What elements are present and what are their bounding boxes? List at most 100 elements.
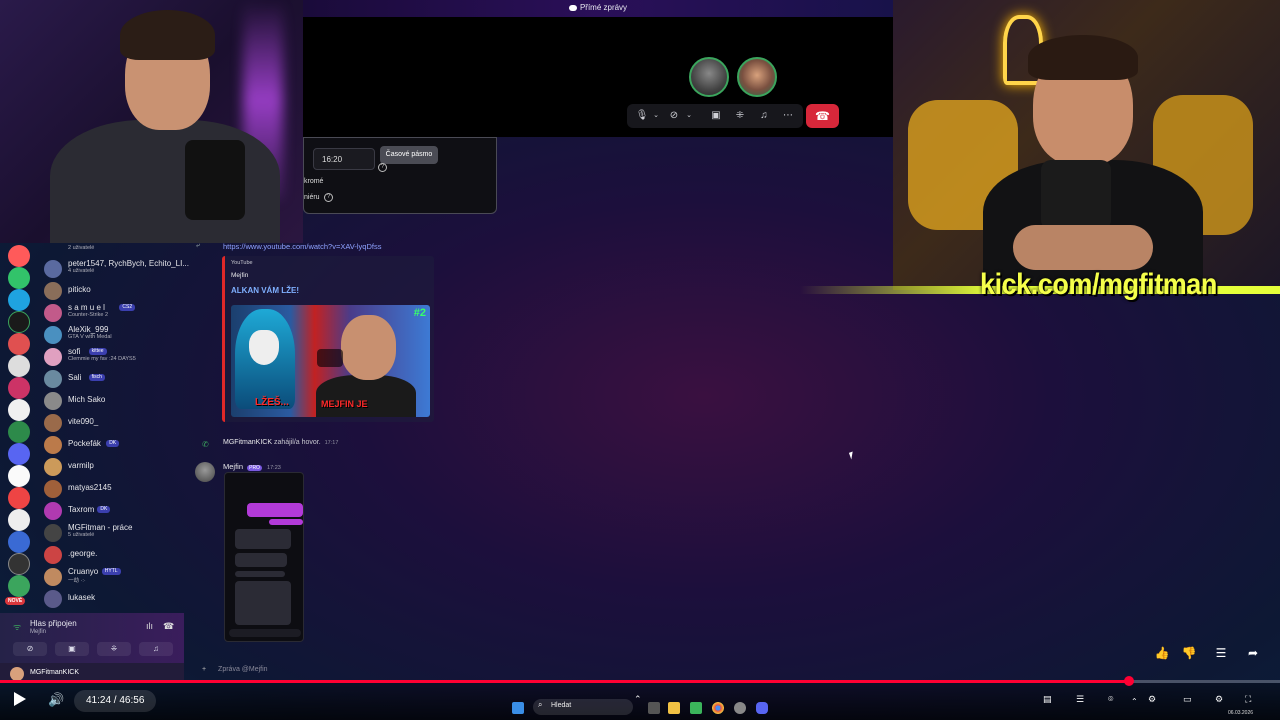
windows-start-icon[interactable]: [512, 702, 524, 714]
chrome-icon[interactable]: [712, 702, 724, 714]
avatar[interactable]: [10, 667, 24, 681]
help-icon[interactable]: ?: [378, 163, 387, 172]
channel-user-item[interactable]: AleXik_999 GTA V with Medal: [42, 325, 182, 345]
store-icon[interactable]: [690, 702, 702, 714]
channel-user-item[interactable]: Taxrom DK: [42, 501, 182, 521]
server-icon[interactable]: [8, 311, 30, 333]
server-icon[interactable]: [8, 267, 30, 289]
discord-icon[interactable]: [756, 702, 768, 714]
server-icon[interactable]: [8, 355, 30, 377]
server-icon[interactable]: [8, 553, 30, 575]
system-user[interactable]: MGFitmanKICK: [223, 439, 272, 446]
camera-off-icon[interactable]: ⊘: [667, 109, 681, 123]
noise-suppression-icon[interactable]: ılı: [146, 621, 153, 631]
channel-user-item[interactable]: s a m u e l CS2 Counter-Strike 2: [42, 303, 182, 323]
comment-icon[interactable]: ☰: [1213, 645, 1229, 661]
screenshot-attachment[interactable]: [224, 472, 304, 642]
theater-icon[interactable]: ▭: [1183, 694, 1192, 705]
volume-icon[interactable]: 🔊: [48, 692, 64, 708]
server-icon[interactable]: [8, 289, 30, 311]
participant-avatar-mejfin[interactable]: [689, 57, 729, 97]
participant-avatar-mgfitman[interactable]: [737, 57, 777, 97]
channel-user-name: 2 uživatelé: [68, 245, 95, 251]
miniplayer-icon[interactable]: ▤: [1043, 694, 1052, 705]
soundboard-icon[interactable]: ♫: [757, 109, 771, 123]
server-icon[interactable]: [8, 377, 30, 399]
user-name[interactable]: MGFitmanKICK: [30, 669, 79, 676]
server-icon[interactable]: [8, 465, 30, 487]
channel-user-item[interactable]: piticko: [42, 281, 182, 301]
fullscreen-icon[interactable]: ⛶: [1245, 694, 1251, 705]
chevron-down-icon[interactable]: ⌄: [649, 109, 663, 123]
activities-icon[interactable]: ⁜: [733, 109, 747, 123]
activities-icon: ⁜: [110, 644, 118, 653]
voice-channel-name[interactable]: Mejfin: [30, 629, 46, 635]
channel-user-item[interactable]: MGFitman - práce 5 uživatelé: [42, 523, 182, 543]
screen-share-icon[interactable]: ▣: [709, 109, 723, 123]
channel-user-item[interactable]: Sali fisch: [42, 369, 182, 389]
settings-icon[interactable]: ⚙: [1148, 694, 1156, 705]
progress-handle[interactable]: [1123, 676, 1134, 686]
channel-user-item[interactable]: .george.: [42, 545, 182, 565]
time-input[interactable]: 16:20: [313, 148, 375, 170]
channel-user-item[interactable]: peter1547, RychBych, Echito_LI... 4 uživa…: [42, 259, 189, 279]
discord-icon: [568, 4, 577, 11]
soundboard-button[interactable]: ♫: [139, 642, 173, 656]
channel-user-item[interactable]: Cruanyo HYTL 一劫 ·:·: [42, 567, 182, 587]
add-attachment-icon[interactable]: +: [202, 666, 206, 673]
channel-user-item[interactable]: vite090_: [42, 413, 182, 433]
chevron-up-icon[interactable]: ⌃: [634, 694, 642, 705]
channel-user-item[interactable]: varmilp: [42, 457, 182, 477]
play-icon[interactable]: [14, 692, 26, 706]
settings-icon[interactable]: [734, 702, 746, 714]
channel-user-item[interactable]: lukasek: [42, 589, 182, 609]
file-explorer-icon[interactable]: [668, 702, 680, 714]
camera-button[interactable]: ⊘: [13, 642, 47, 656]
youtube-link[interactable]: https://www.youtube.com/watch?v=XAV-lyqD…: [223, 242, 381, 251]
channel-user-item[interactable]: sofi kittee Clemmie my fav :24 DAYS5: [42, 347, 182, 367]
server-icon[interactable]: [8, 421, 30, 443]
taskbar-search[interactable]: Hledat: [533, 699, 633, 715]
hangup-button[interactable]: ☎: [806, 104, 839, 128]
channel-user-item[interactable]: Mich Sako: [42, 391, 182, 411]
server-icon[interactable]: [8, 531, 30, 553]
chevron-down-icon[interactable]: ⌄: [682, 109, 696, 123]
taskbar-date: 06.03.2026: [1228, 710, 1254, 716]
status-badge: DK: [106, 440, 120, 447]
channel-user-item[interactable]: matyas2145: [42, 479, 182, 499]
server-icon[interactable]: [8, 509, 30, 531]
camera-icon[interactable]: ⌾: [1108, 694, 1113, 705]
server-icon[interactable]: [8, 245, 30, 267]
phone-hangup-icon: ☎: [815, 109, 830, 123]
embed-title[interactable]: ALKAN VÁM LŽE!: [231, 286, 299, 295]
new-badge[interactable]: NOVÉ: [5, 597, 26, 605]
more-icon[interactable]: ⋯: [781, 109, 795, 123]
server-icon[interactable]: [8, 443, 30, 465]
server-icon[interactable]: [8, 487, 30, 509]
subtitles-icon[interactable]: ☰: [1076, 694, 1084, 705]
help-icon[interactable]: ?: [324, 193, 333, 202]
mic-icon[interactable]: 🎙: [635, 109, 649, 123]
screen-share-button[interactable]: ▣: [55, 642, 89, 656]
server-icon[interactable]: [8, 399, 30, 421]
video-thumbnail[interactable]: LŽEŠ... MEJFIN JE #2: [231, 305, 430, 417]
cast-icon[interactable]: ⚙: [1215, 694, 1223, 705]
channel-user-item[interactable]: Pockefák DK: [42, 435, 182, 455]
play-icon[interactable]: [317, 349, 343, 367]
message-author[interactable]: Mejfin: [223, 462, 243, 471]
soundboard-icon: ♫: [153, 644, 159, 653]
activities-button[interactable]: ⁜: [97, 642, 131, 656]
avatar[interactable]: [195, 462, 215, 482]
task-view-icon[interactable]: [648, 702, 660, 714]
server-icon[interactable]: [8, 333, 30, 355]
channel-user-name: piticko: [68, 285, 91, 294]
chevron-up-icon[interactable]: ⌃: [1131, 697, 1138, 706]
embed-author[interactable]: Mejfin: [231, 272, 248, 279]
like-icon[interactable]: 👍: [1154, 645, 1170, 661]
avatar: [44, 260, 62, 278]
timezone-button[interactable]: Časové pásmo: [380, 146, 438, 164]
dislike-icon[interactable]: 👎: [1181, 645, 1197, 661]
share-icon[interactable]: ➦: [1245, 645, 1261, 661]
disconnect-icon[interactable]: ☎: [163, 621, 174, 632]
server-icon[interactable]: [8, 575, 30, 597]
